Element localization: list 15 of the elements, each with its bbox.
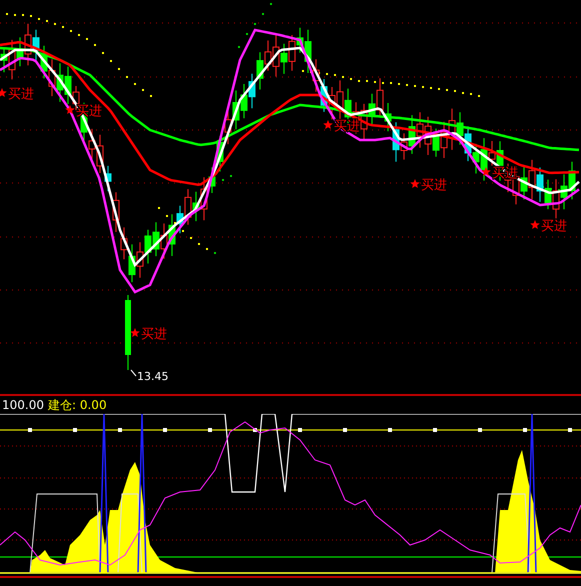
star-icon [530,220,540,229]
signal-label: 买进 [141,327,167,342]
position-reading: 建仓: 0.00 [48,396,107,414]
signal-label: 买进 [421,178,447,193]
star-icon [130,328,140,337]
star-icon [481,167,491,176]
star-icon [323,120,333,129]
star-icon [0,88,7,97]
indicator-value: 100.00 [2,398,44,412]
signal-label: 买进 [8,87,34,102]
signal-label: 买进 [541,219,567,234]
leader-line [130,370,136,376]
star-icon [410,179,420,188]
star-icon [65,105,75,114]
price-label: 13.45 [137,370,168,383]
